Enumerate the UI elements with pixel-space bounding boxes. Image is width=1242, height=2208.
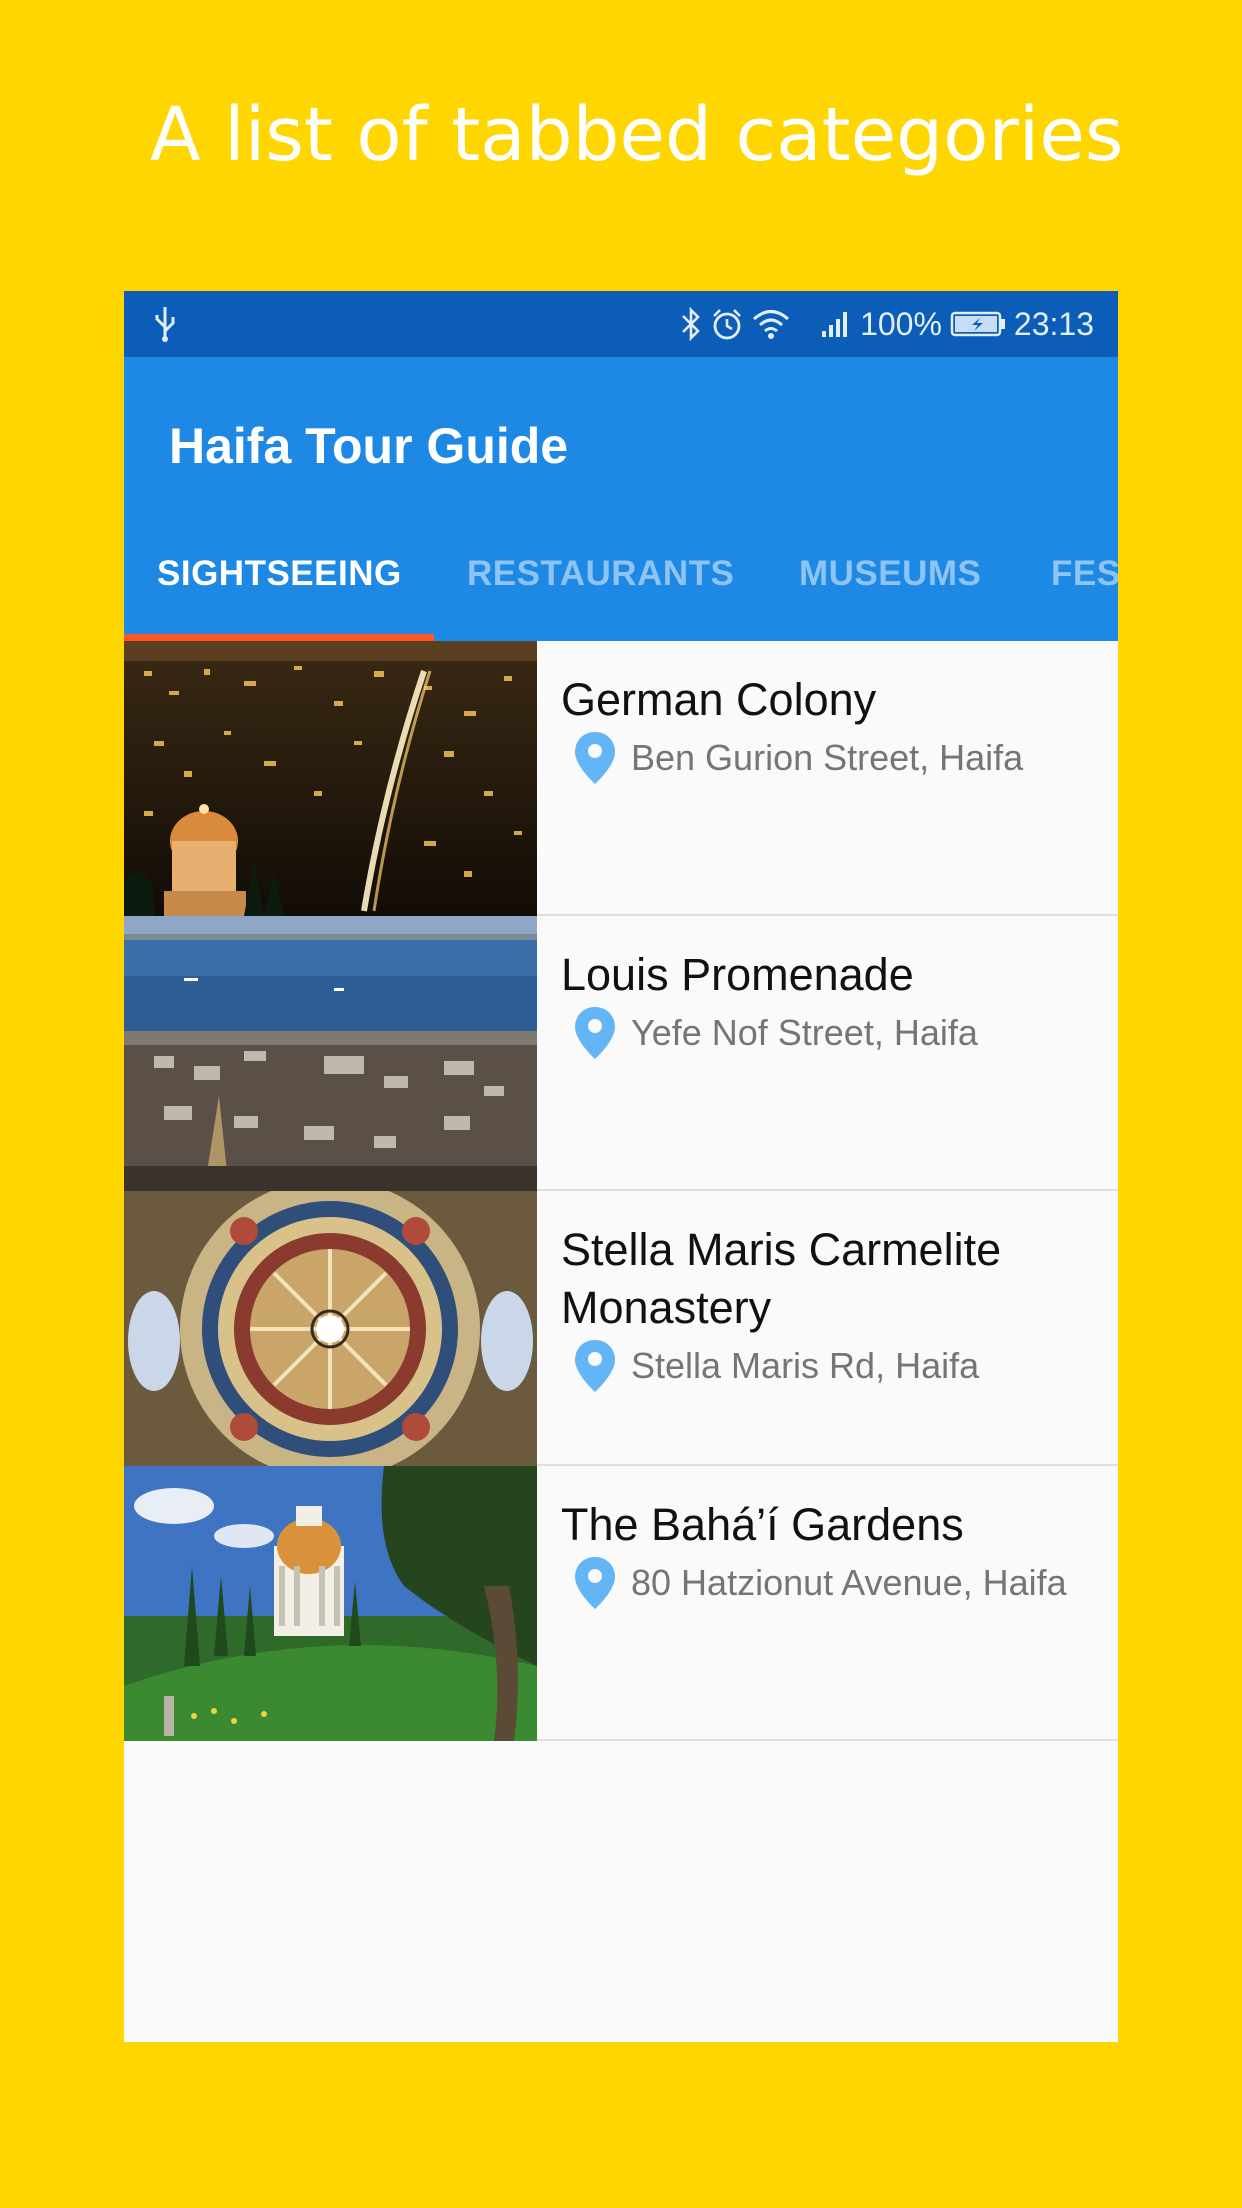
night-city-photo <box>124 641 537 916</box>
list-item[interactable]: Stella Maris Carmelite Monastery Stella … <box>124 1191 1118 1466</box>
wifi-icon <box>753 310 790 339</box>
tab-sightseeing[interactable]: SIGHTSEEING <box>157 499 402 649</box>
list-item[interactable]: German Colony Ben Gurion Street, Haifa <box>124 641 1118 916</box>
list-item[interactable]: Louis Promenade Yefe Nof Street, Haifa <box>124 916 1118 1191</box>
dome-ceiling-photo <box>124 1191 537 1466</box>
phone-screen: 100% 23:13 Haifa Tour Guide SIGHTSEEING … <box>124 291 1118 2042</box>
tab-festivals[interactable]: FES <box>1051 499 1118 649</box>
tab-indicator <box>124 634 434 641</box>
gardens-shrine-photo <box>124 1466 537 1741</box>
place-address: 80 Hatzionut Avenue, Haifa <box>561 1555 1067 1611</box>
promo-title: A list of tabbed categories <box>150 92 1124 178</box>
signal-icon <box>822 312 848 337</box>
list-item[interactable]: The Bahá’í Gardens 80 Hatzionut Avenue, … <box>124 1466 1118 1741</box>
place-name: Louis Promenade <box>561 949 914 1000</box>
tab-restaurants[interactable]: RESTAURANTS <box>467 499 734 649</box>
place-address: Stella Maris Rd, Haifa <box>561 1338 979 1394</box>
battery-percent: 100% <box>860 305 942 342</box>
place-name: The Bahá’í Gardens <box>561 1499 964 1550</box>
address-text: Stella Maris Rd, Haifa <box>631 1345 980 1386</box>
location-pin-icon <box>575 1007 615 1059</box>
clock: 23:13 <box>1013 305 1094 342</box>
tab-museums[interactable]: MUSEUMS <box>799 499 981 649</box>
status-bar: 100% 23:13 <box>124 291 1118 357</box>
place-address: Yefe Nof Street, Haifa <box>561 1005 978 1061</box>
address-text: Ben Gurion Street, Haifa <box>631 737 1024 778</box>
alarm-icon <box>713 309 741 340</box>
bluetooth-icon <box>682 307 700 341</box>
location-pin-icon <box>575 732 615 784</box>
app-title: Haifa Tour Guide <box>169 418 569 474</box>
harbor-view-photo <box>124 916 537 1191</box>
place-address: Ben Gurion Street, Haifa <box>561 730 1023 786</box>
usb-icon <box>155 307 175 342</box>
place-name: Stella Maris Carmelite Monastery <box>561 1224 1002 1333</box>
place-name: German Colony <box>561 674 877 725</box>
location-pin-icon <box>575 1340 615 1392</box>
address-text: 80 Hatzionut Avenue, Haifa <box>631 1562 1067 1603</box>
category-tabs: SIGHTSEEING RESTAURANTS MUSEUMS FES <box>124 499 1118 649</box>
battery-charging-icon <box>950 311 1005 337</box>
places-list: German Colony Ben Gurion Street, Haifa L… <box>124 641 1118 1741</box>
address-text: Yefe Nof Street, Haifa <box>631 1012 978 1053</box>
location-pin-icon <box>575 1557 615 1609</box>
